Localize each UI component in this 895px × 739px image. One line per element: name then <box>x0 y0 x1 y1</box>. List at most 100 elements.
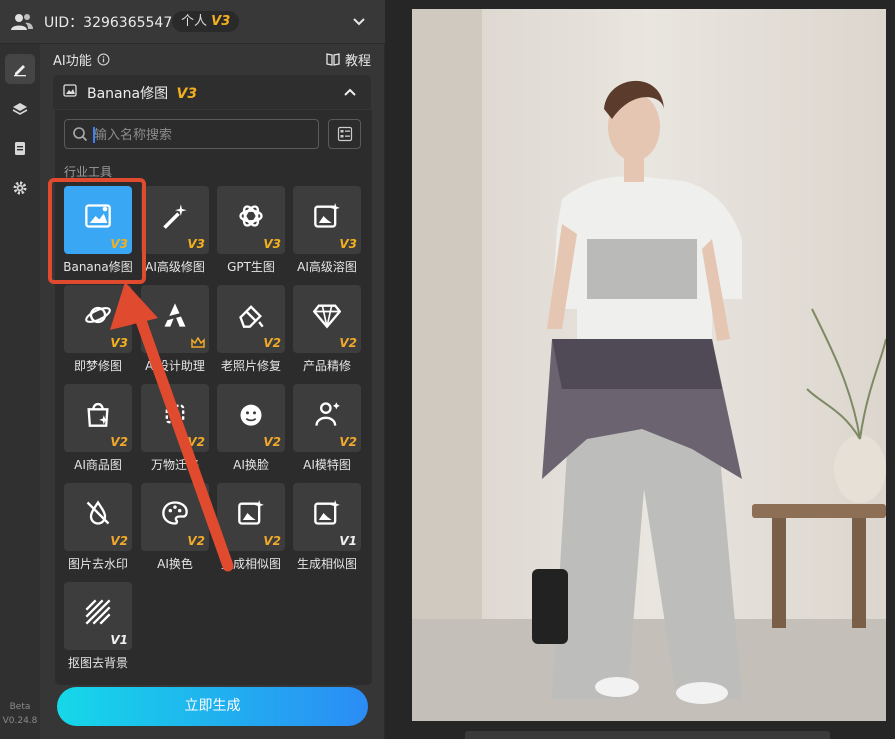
tool-tile[interactable]: V2 <box>293 285 361 353</box>
rail-layers-button[interactable] <box>5 94 35 124</box>
tool-label[interactable]: AI高级溶图 <box>286 258 368 275</box>
account-type-label: 个人 <box>181 14 208 29</box>
tool-tile[interactable]: V2 <box>217 285 285 353</box>
tool-label[interactable]: 图片去水印 <box>57 555 139 572</box>
tool-label[interactable]: 老照片修复 <box>210 357 292 374</box>
preview-photo[interactable] <box>412 9 886 721</box>
tool-version-badge: V2 <box>187 534 205 548</box>
section-title: Banana修图 V3 <box>87 83 197 103</box>
palette-icon <box>162 501 188 525</box>
tool-version-badge: V3 <box>263 237 281 251</box>
tutorial-link[interactable]: 教程 <box>326 50 371 69</box>
similar-image-icon <box>314 500 340 525</box>
tool-label[interactable]: AI商品图 <box>57 456 139 473</box>
crown-icon <box>191 337 205 348</box>
transfer-icon <box>165 404 185 424</box>
tool-tile[interactable]: V3 <box>141 186 209 254</box>
tool-label[interactable]: AI换色 <box>134 555 216 572</box>
diamond-icon <box>313 304 341 329</box>
tool-version-badge: V3 <box>110 237 128 251</box>
tool-tile[interactable] <box>141 285 209 353</box>
tool-version-badge: V3 <box>339 237 357 251</box>
tool-tile[interactable]: V3 <box>293 186 361 254</box>
tool-version-badge: V3 <box>187 237 205 251</box>
tool-tile[interactable]: V2 <box>293 384 361 452</box>
left-rail: Beta V0.24.8 <box>0 44 40 739</box>
tool-tile[interactable]: V3 <box>64 285 132 353</box>
tool-tile[interactable]: V1 <box>64 582 132 650</box>
ai-logo-icon <box>164 303 186 327</box>
tool-label[interactable]: AI设计助理 <box>134 357 216 374</box>
tool-tile[interactable]: V2 <box>64 483 132 551</box>
info-icon[interactable] <box>97 53 110 66</box>
search-input[interactable] <box>92 124 316 146</box>
uid-label: UID：3296365547 <box>44 15 173 31</box>
tool-label[interactable]: 即梦修图 <box>57 357 139 374</box>
tutorial-label: 教程 <box>344 54 371 69</box>
rail-settings-button[interactable] <box>5 173 35 203</box>
tool-version-badge: V2 <box>263 336 281 350</box>
tool-label[interactable]: AI换脸 <box>210 456 292 473</box>
section-title-label: Banana修图 <box>87 86 169 102</box>
gpt-logo-icon <box>239 205 263 227</box>
tool-label[interactable]: 抠图去背景 <box>57 654 139 671</box>
layers-icon <box>12 103 28 115</box>
tool-version-badge: V2 <box>187 435 205 449</box>
tool-label[interactable]: 生成相似图 <box>210 555 292 572</box>
tool-label[interactable]: Banana修图 <box>57 258 139 275</box>
rail-clipboard-button[interactable] <box>5 133 35 163</box>
section-version: V3 <box>176 86 198 102</box>
chevron-up-icon[interactable] <box>343 86 357 98</box>
similar-image-icon <box>238 500 264 525</box>
tool-label[interactable]: 产品精修 <box>286 357 368 374</box>
account-header[interactable]: UID：3296365547 个人 V3 <box>0 0 385 44</box>
face-swap-icon <box>240 404 262 426</box>
tool-version-badge: V3 <box>110 336 128 350</box>
image-edit-icon <box>85 204 111 228</box>
tool-version-badge: V2 <box>339 435 357 449</box>
banana-section-header[interactable]: Banana修图 V3 <box>53 75 371 109</box>
tool-version-badge: V2 <box>339 336 357 350</box>
ai-features-label: AI功能 <box>53 54 92 69</box>
clipboard-icon <box>15 142 25 155</box>
users-icon <box>11 14 33 30</box>
filmstrip-bar[interactable] <box>465 731 830 739</box>
search-icon <box>73 127 88 142</box>
book-icon <box>326 53 340 66</box>
planet-icon <box>85 306 111 324</box>
chevron-down-icon[interactable] <box>351 14 367 30</box>
category-label: 行业工具 <box>64 165 113 179</box>
tool-label[interactable]: 万物迁移 <box>134 456 216 473</box>
image-edit-icon <box>63 84 77 97</box>
tool-tile[interactable]: V2 <box>64 384 132 452</box>
tool-label[interactable]: 生成相似图 <box>286 555 368 572</box>
rail-edit-button[interactable] <box>5 54 35 84</box>
tool-tile[interactable]: V2 <box>217 483 285 551</box>
account-version-badge: V3 <box>211 14 231 29</box>
tool-label[interactable]: AI高级修图 <box>134 258 216 275</box>
shopping-bag-icon <box>87 402 109 427</box>
image-sparkle-icon <box>314 203 340 228</box>
ai-features-title: AI功能 <box>53 50 110 69</box>
app-version: V0.24.8 <box>2 716 38 726</box>
tool-version-badge: V2 <box>110 435 128 449</box>
tool-version-badge: V2 <box>263 435 281 449</box>
tool-tile[interactable]: V1 <box>293 483 361 551</box>
tool-tile[interactable]: V2 <box>141 384 209 452</box>
model-person-icon <box>315 402 340 426</box>
eraser-icon <box>239 305 264 328</box>
no-watermark-icon <box>86 500 110 525</box>
tool-tile[interactable]: V3 <box>64 186 132 254</box>
list-view-icon <box>337 126 352 142</box>
search-box[interactable] <box>64 119 319 149</box>
tool-tile[interactable]: V2 <box>141 483 209 551</box>
view-toggle-button[interactable] <box>328 119 361 149</box>
tool-tile[interactable]: V3 <box>217 186 285 254</box>
tool-tile[interactable]: V2 <box>217 384 285 452</box>
tool-label[interactable]: GPT生图 <box>210 258 292 275</box>
generate-button[interactable]: 立即生成 <box>57 687 368 726</box>
magic-wand-icon <box>163 204 187 229</box>
tool-label[interactable]: AI模特图 <box>286 456 368 473</box>
model-photo-illustration <box>412 9 886 721</box>
edit-icon <box>14 65 26 77</box>
